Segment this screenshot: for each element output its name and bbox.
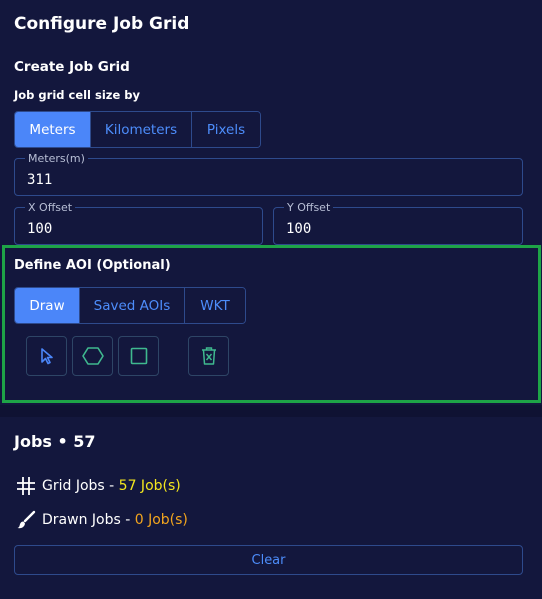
drawn-jobs-row: Drawn Jobs - 0 Job(s) xyxy=(16,510,188,530)
tab-draw[interactable]: Draw xyxy=(15,288,79,323)
grid-icon xyxy=(16,476,38,496)
grid-jobs-count: 57 Job(s) xyxy=(118,478,181,494)
x-offset-input[interactable] xyxy=(15,208,262,244)
pointer-cursor-icon xyxy=(40,348,53,365)
clear-button[interactable]: Clear xyxy=(14,545,523,575)
delete-tool-button[interactable] xyxy=(188,336,229,376)
unit-option-pixels[interactable]: Pixels xyxy=(191,112,260,147)
drawn-jobs-label: Drawn Jobs - xyxy=(42,512,131,528)
square-icon xyxy=(130,347,147,365)
tab-wkt[interactable]: WKT xyxy=(184,288,245,323)
unit-option-kilometers[interactable]: Kilometers xyxy=(90,112,191,147)
trash-icon xyxy=(201,347,216,365)
unit-option-meters[interactable]: Meters xyxy=(15,112,90,147)
x-offset-field: X Offset xyxy=(14,201,263,245)
y-offset-field: Y Offset xyxy=(273,201,523,245)
unit-selector: Meters Kilometers Pixels xyxy=(14,111,261,148)
hexagon-icon xyxy=(81,347,104,365)
section-title-create-grid: Create Job Grid xyxy=(14,59,130,75)
brush-icon xyxy=(16,510,38,530)
section-divider xyxy=(0,405,542,417)
meters-input[interactable] xyxy=(15,159,522,195)
aoi-tabs: Draw Saved AOIs WKT xyxy=(14,287,246,324)
drawn-jobs-count: 0 Job(s) xyxy=(134,512,188,528)
grid-jobs-label: Grid Jobs - xyxy=(42,478,115,494)
tab-saved-aois[interactable]: Saved AOIs xyxy=(79,288,184,323)
page-title: Configure Job Grid xyxy=(14,14,190,34)
jobs-title: Jobs • 57 xyxy=(14,432,96,451)
meters-field: Meters(m) xyxy=(14,152,523,196)
aoi-section-title: Define AOI (Optional) xyxy=(14,258,171,273)
cell-size-label: Job grid cell size by xyxy=(14,88,141,102)
select-tool-button[interactable] xyxy=(26,336,67,376)
rectangle-tool-button[interactable] xyxy=(118,336,159,376)
polygon-tool-button[interactable] xyxy=(72,336,113,376)
grid-jobs-row: Grid Jobs - 57 Job(s) xyxy=(16,476,181,496)
y-offset-input[interactable] xyxy=(274,208,522,244)
